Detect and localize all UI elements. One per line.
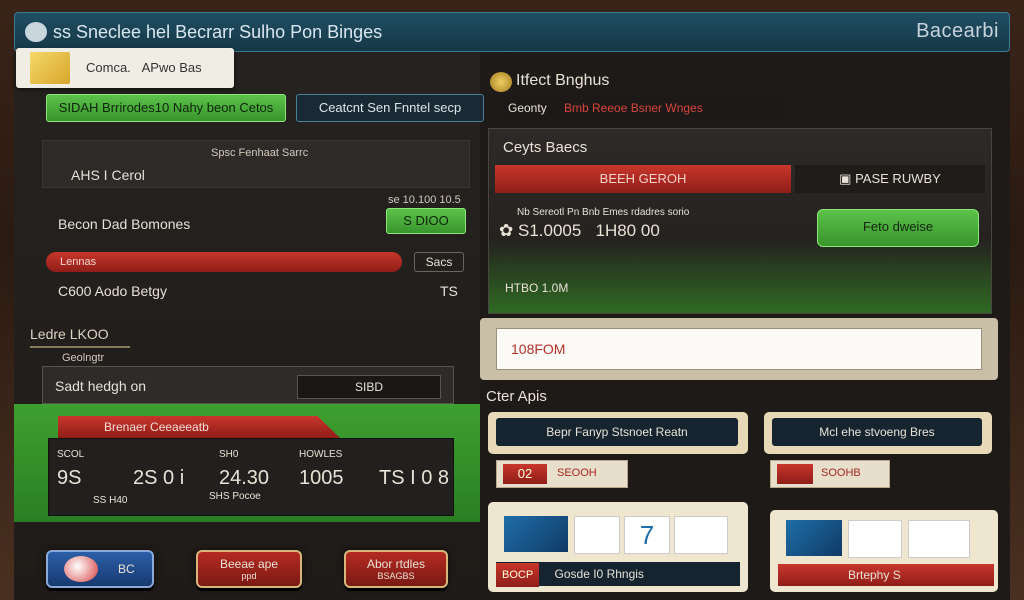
right-title: Itfect Bnghus: [516, 72, 610, 89]
card1-thumb-3: 7: [624, 516, 670, 554]
score-value-1: 2S 0 i: [133, 467, 185, 489]
small-line: se 10.100 10.5: [388, 194, 461, 206]
page-history-label: PASE RUWBY: [855, 171, 941, 186]
card2-bottom: Brtephy S: [778, 564, 994, 586]
card1-bottom-tag: BOCP: [496, 563, 540, 587]
abor-label: Abor rtdles: [366, 557, 426, 571]
stat-line: Nb Sereotl Pn Bnb Emes rdadres sorio: [517, 207, 690, 218]
abor-sub: BSAGBS: [377, 571, 415, 581]
row3-label: C600 Aodo Betgy: [58, 283, 167, 299]
red-bar[interactable]: BEEH GEROH: [495, 165, 791, 193]
avatar: [30, 52, 70, 84]
gear-icon: ✿: [499, 221, 514, 240]
stats-header: Spsc Fenhaat Sarrc: [211, 147, 309, 159]
card1-title: Bepr Fanyp Stsnoet Reatn: [496, 418, 738, 446]
card1-thumb-2: [574, 516, 620, 554]
tag2-text: SOOHB: [821, 467, 861, 479]
brand-logo: Bacearbi: [916, 20, 999, 42]
amount: S1.0005: [517, 221, 582, 240]
input-row: Sadt hedgh on SIBD: [42, 366, 454, 404]
abor-button[interactable]: Abor rtdles BSAGBS: [344, 550, 448, 588]
window-title: ss Sneclee hel Becrarr Sulho Pon Binges: [53, 22, 383, 42]
card2-thumb-3: [908, 520, 970, 558]
right-subtitle-red: Bmb Reeoe Bsner Wnges: [564, 101, 703, 115]
tag1-number: 02: [503, 464, 547, 484]
score-value-0: 9S: [57, 467, 82, 489]
tag1-text: SEOOH: [557, 467, 597, 479]
tag2[interactable]: SOOHB: [770, 460, 890, 488]
stats-panel: Spsc Fenhaat Sarrc AHS I Cerol: [42, 140, 470, 188]
row2-value: Sacs: [414, 252, 464, 272]
title-bar: ss Sneclee hel Becrarr Sulho Pon Binges …: [14, 12, 1010, 52]
card1-header[interactable]: Bepr Fanyp Stsnoet Reatn: [488, 412, 748, 454]
card2-header[interactable]: Mcl ehe stvoeng Bres: [764, 412, 992, 454]
score-board: Brenaer Ceeaeeatb SCOL 9S 2S 0 i SS H40 …: [14, 404, 480, 522]
chip-icon: [64, 556, 98, 582]
right-subtitle-bar: Geonty Bmb Reeoe Bsner Wnges: [500, 94, 782, 122]
green-action-button[interactable]: Feto dweise: [817, 209, 979, 247]
input-field[interactable]: SIBD: [297, 375, 441, 399]
user-card[interactable]: Comca. APwo Bas: [16, 48, 234, 88]
beeae-button[interactable]: Beeae ape ppd: [196, 550, 302, 588]
user-label: Comca.: [86, 60, 131, 75]
input-frame: 108FOM: [480, 318, 998, 380]
tag2-icon: [777, 464, 813, 484]
section-divider: [30, 346, 130, 348]
row3-value: TS: [440, 283, 458, 299]
stats-label: AHS I Cerol: [71, 167, 145, 183]
card2-title: Mcl ehe stvoeng Bres: [772, 418, 982, 446]
card1-thumb-4: [674, 516, 728, 554]
score-label-2: SH0: [219, 449, 239, 460]
green-line: HTBO 1.0M: [505, 281, 569, 295]
score-value-4: TS I 0 8: [379, 467, 450, 489]
bet-panel: Ceyts Baecs BEEH GEROH ▣ PASE RUWBY Nb S…: [488, 128, 992, 314]
green-tab-button[interactable]: SIDAH Brrirodes10 Nahy beon Cetos: [46, 94, 286, 122]
amount2: 1H80 00: [595, 221, 660, 240]
card2-body[interactable]: Brtephy S: [770, 510, 998, 592]
row1-button[interactable]: S DIOO: [386, 208, 466, 234]
bc-button[interactable]: BC: [46, 550, 154, 588]
section-title: Ledre LKOO: [30, 326, 109, 342]
dark-tab-button[interactable]: Ceatcnt Sen Fnntel secp: [296, 94, 484, 122]
score-sub-1: SS H40: [93, 495, 128, 506]
card2-thumb-1: [786, 520, 842, 556]
app-icon: [25, 22, 47, 42]
score-label-3: HOWLES: [299, 449, 343, 460]
score-table: SCOL 9S 2S 0 i SS H40 SH0 24.30 SHS Poco…: [48, 438, 454, 516]
section-sub: Geolngtr: [62, 352, 105, 364]
tag1[interactable]: 02 SEOOH: [496, 460, 628, 488]
score-sub-2: SHS Pocoe: [209, 491, 261, 502]
bc-label: BC: [118, 562, 135, 576]
row1-label: Becon Dad Bomones: [58, 216, 191, 232]
score-tab[interactable]: Brenaer Ceeaeeatb: [58, 416, 340, 438]
page-history-button[interactable]: ▣ PASE RUWBY: [795, 165, 985, 193]
right-section-title: Cter Apis: [486, 388, 547, 405]
card1-bottom-bar: BOCP Gosde I0 Rhngis: [496, 562, 740, 587]
beeae-sub: ppd: [241, 571, 257, 581]
user-value: APwo Bas: [141, 60, 202, 75]
card1-bottom: Gosde I0 Rhngis: [554, 567, 644, 581]
card1-body[interactable]: 7 BOCP Gosde I0 Rhngis: [488, 502, 748, 592]
score-value-2: 24.30: [219, 467, 270, 489]
amount-input[interactable]: 108FOM: [496, 328, 982, 370]
history-icon: ▣: [839, 171, 852, 186]
score-label-0: SCOL: [57, 449, 85, 460]
card1-thumb-1: [504, 516, 568, 552]
beeae-label: Beeae ape: [219, 557, 279, 571]
panel-title: Ceyts Baecs: [503, 139, 588, 156]
row2-bar: Lennas: [46, 252, 402, 272]
coin-icon: [490, 72, 512, 92]
input-label: Sadt hedgh on: [55, 378, 147, 394]
right-subtitle: Geonty: [508, 101, 547, 115]
card2-thumb-2: [848, 520, 902, 558]
score-value-3: 1005: [299, 467, 344, 489]
